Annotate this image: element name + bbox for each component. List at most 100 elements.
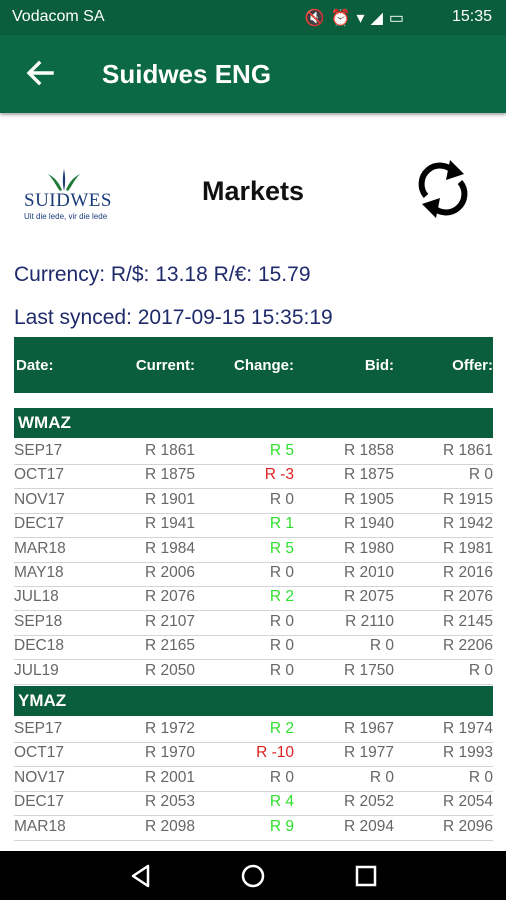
cell-current: R 1984 [145,539,195,557]
recents-square-icon[interactable] [353,863,379,889]
cell-change: R -3 [264,466,294,484]
section-header: YMAZ [14,686,493,716]
cell-current: R 2050 [145,661,195,679]
table-row: MAY18 R 2006 R 0 R 2010 R 2016 [14,562,493,587]
cell-current: R 1901 [145,490,195,508]
cell-date: SEP18 [14,612,63,630]
cell-offer: R 1974 [443,720,493,737]
cell-current: R 1941 [145,515,195,533]
cell-date: JUL18 [14,588,59,606]
cell-bid: R 0 [369,637,394,655]
cell-offer: R 1981 [443,539,493,557]
back-triangle-icon[interactable] [128,863,154,889]
refresh-icon[interactable] [414,156,472,222]
cell-current: R 2001 [145,768,195,786]
cell-date: DEC18 [14,637,64,655]
table-row: DEC18 R 2165 R 0 R 0 R 2206 [14,635,493,661]
cell-offer: R 2016 [443,564,493,581]
cell-change: R 5 [269,442,294,459]
header-offer: Offer: [452,357,493,374]
cell-offer: R 2054 [443,793,493,811]
cell-current: R 2165 [145,637,195,655]
cell-bid: R 1858 [344,442,394,459]
arrow-back-icon[interactable] [24,57,56,89]
cell-current: R 1875 [145,466,195,484]
cell-bid: R 1750 [344,661,394,679]
header-change: Change: [234,357,294,374]
cell-date: MAR18 [14,817,66,835]
cell-current: R 2098 [145,817,195,835]
cell-offer: R 2145 [443,612,493,630]
table-row: JUL19 R 2050 R 0 R 1750 R 0 [14,660,493,685]
cell-bid: R 2052 [344,793,394,811]
signal-icon: ◢ [370,10,389,27]
table-row: OCT17 R 1875 R -3 R 1875 R 0 [14,464,493,490]
carrier-name: Vodacom SA [12,8,105,25]
cell-date: NOV17 [14,490,65,508]
cell-current: R 2107 [145,612,195,630]
cell-change: R 0 [269,768,294,786]
cell-bid: R 1940 [344,515,394,533]
header-bid: Bid: [364,357,394,374]
cell-current: R 2076 [145,588,195,606]
logo-tagline: Uit die lede, vir die lede [24,212,108,221]
cell-offer: R 0 [468,768,493,786]
table-row: JUL18 R 2076 R 2 R 2075 R 2076 [14,586,493,612]
section-name: WMAZ [18,413,71,432]
cell-change: R 0 [269,661,294,679]
cell-change: R -10 [256,744,294,762]
last-synced-text: Last synced: 2017-09-15 15:35:19 [14,306,333,329]
table-row: SEP17 R 1972 R 2 R 1967 R 1974 [14,718,493,743]
cell-offer: R 2076 [443,588,493,606]
cell-bid: R 1980 [344,539,394,557]
cell-current: R 1861 [145,442,195,459]
cell-bid: R 2010 [344,564,394,581]
cell-offer: R 1915 [443,490,493,508]
app-bar: Suidwes ENG [0,35,506,113]
cell-change: R 9 [269,817,294,835]
cell-date: NOV17 [14,768,65,786]
table-row: MAR18 R 2098 R 9 R 2094 R 2096 [14,816,493,841]
cell-change: R 0 [269,490,294,508]
cell-date: JUL19 [14,661,59,679]
cell-bid: R 2094 [344,817,394,835]
section-header: WMAZ [14,408,493,438]
cell-current: R 1970 [145,744,195,762]
cell-date: OCT17 [14,466,64,484]
cell-change: R 0 [269,612,294,630]
cell-date: DEC17 [14,515,64,533]
cell-offer: R 0 [468,661,493,679]
header-date: Date: [16,357,54,374]
home-circle-icon[interactable] [240,863,266,889]
status-icons: 🔇⏰▾◢▭ [305,8,410,28]
alarm-icon: ⏰ [330,10,357,27]
cell-date: MAR18 [14,539,66,557]
status-time: 15:35 [451,8,492,25]
cell-date: SEP17 [14,720,63,737]
cell-change: R 2 [269,588,294,606]
app-title: Suidwes ENG [102,59,272,89]
cell-current: R 2053 [145,793,195,811]
cell-bid: R 0 [369,768,394,786]
cell-bid: R 1905 [344,490,394,508]
table-row: MAR18 R 1984 R 5 R 1980 R 1981 [14,538,493,563]
cell-offer: R 1942 [443,515,493,533]
cell-change: R 0 [269,564,294,581]
table-row: SEP18 R 2107 R 0 R 2110 R 2145 [14,611,493,636]
section-name: YMAZ [18,691,67,710]
cell-date: DEC17 [14,793,64,811]
wifi-icon: ▾ [356,10,371,27]
cell-change: R 2 [269,720,294,737]
cell-change: R 1 [269,515,294,533]
navigation-bar [0,851,506,900]
cell-bid: R 1967 [344,720,394,737]
cell-bid: R 2110 [345,612,394,630]
cell-current: R 2006 [145,564,195,581]
status-bar: Vodacom SA 🔇⏰▾◢▭ 15:35 [0,0,506,35]
cell-bid: R 2075 [344,588,394,606]
cell-date: SEP17 [14,442,63,459]
header-current: Current: [135,357,195,374]
table-row: DEC17 R 2053 R 4 R 2052 R 2054 [14,791,493,817]
cell-date: OCT17 [14,744,64,762]
table-row: OCT17 R 1970 R -10 R 1977 R 1993 [14,742,493,768]
